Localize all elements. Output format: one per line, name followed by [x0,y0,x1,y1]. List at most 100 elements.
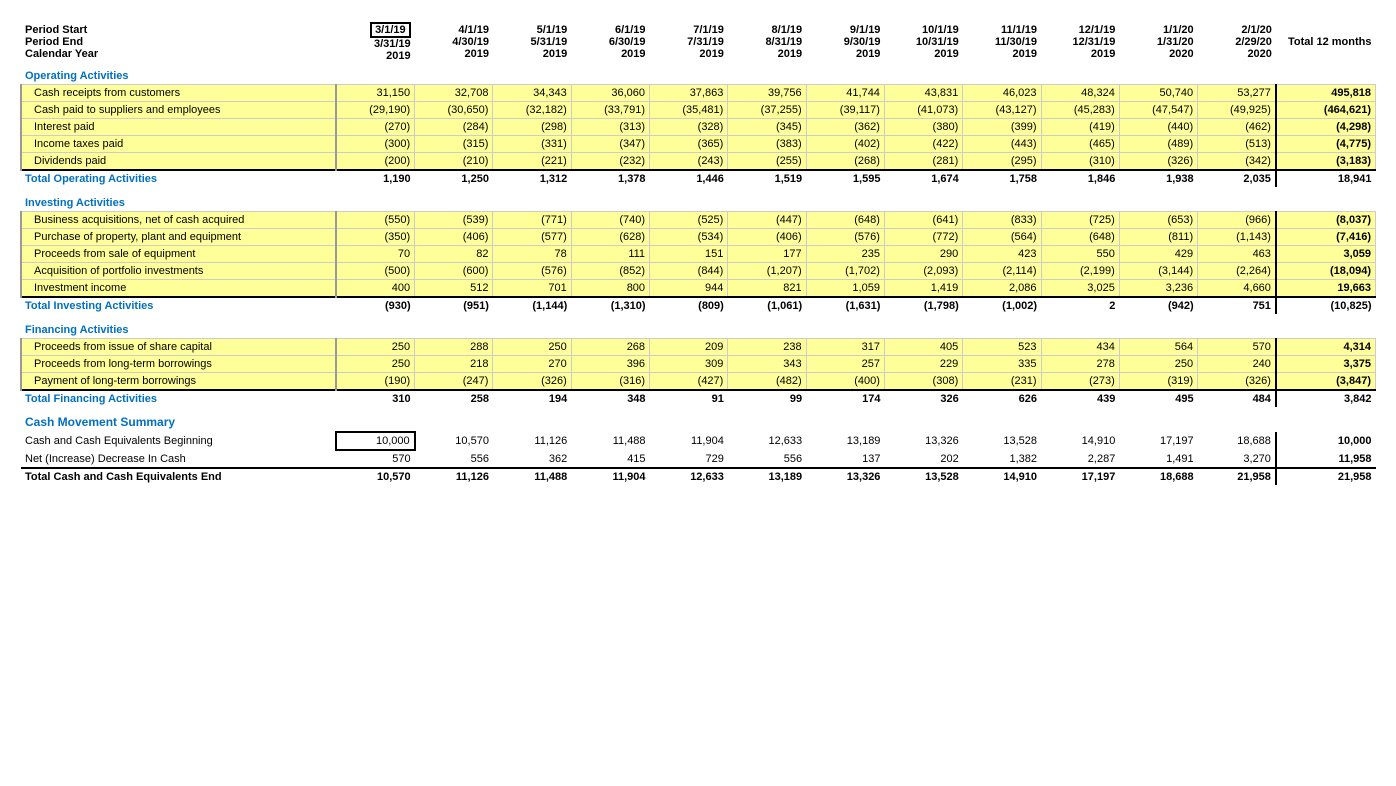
cell-col-9: (2,199) [1041,263,1119,280]
cell-col-5: (406) [728,229,806,246]
cell-col-2: (298) [493,119,571,136]
summary-cell-0-0: 10,000 [336,432,414,450]
cell-col-4: (328) [650,119,728,136]
header-col-11: 2/1/202/29/202020 [1198,20,1276,64]
total-cell-7: (1,798) [884,297,962,314]
total-cell-5: 99 [728,390,806,407]
cell-col-8: (443) [963,136,1041,153]
cell-col-6: 257 [806,356,884,373]
cell-col-0: (190) [336,373,414,391]
summary-row-total: 11,958 [1276,450,1376,468]
summary-total-cell-7: 13,528 [884,468,962,485]
section-header-row: Financing Activities [21,318,1376,339]
cell-col-9: 278 [1041,356,1119,373]
cell-col-5: 177 [728,246,806,263]
cell-col-9: (45,283) [1041,102,1119,119]
summary-cell-1-9: 2,287 [1041,450,1119,468]
cell-col-11: (966) [1198,212,1276,229]
header-labels: Period Start Period End Calendar Year [21,20,336,64]
total-cell-2: (1,144) [493,297,571,314]
summary-cell-0-11: 18,688 [1198,432,1276,450]
cell-col-0: (300) [336,136,414,153]
summary-cell-0-7: 13,326 [884,432,962,450]
cell-col-5: 821 [728,280,806,298]
cell-col-3: (313) [571,119,649,136]
cell-col-4: 944 [650,280,728,298]
cell-col-0: 400 [336,280,414,298]
cell-col-1: 32,708 [415,85,493,102]
cell-col-10: 50,740 [1119,85,1197,102]
total-cell-10: 495 [1119,390,1197,407]
summary-section-header: Cash Movement Summary [21,411,1376,432]
summary-total-cell-5: 13,189 [728,468,806,485]
cell-col-4: (525) [650,212,728,229]
cell-col-3: (628) [571,229,649,246]
cell-col-11: (326) [1198,373,1276,391]
cell-col-2: (576) [493,263,571,280]
cell-col-11: (513) [1198,136,1276,153]
summary-row-label: Net (Increase) Decrease In Cash [21,450,336,468]
cell-col-0: (350) [336,229,414,246]
cell-col-1: (247) [415,373,493,391]
cell-col-3: (232) [571,153,649,171]
total-cell-7: 1,674 [884,170,962,187]
cell-col-2: 34,343 [493,85,571,102]
cell-col-0: (200) [336,153,414,171]
cell-col-9: 550 [1041,246,1119,263]
cell-col-9: (419) [1041,119,1119,136]
summary-row-total: 10,000 [1276,432,1376,450]
summary-cell-1-5: 556 [728,450,806,468]
cell-col-7: (422) [884,136,962,153]
total-cell-4: (809) [650,297,728,314]
cell-col-3: (347) [571,136,649,153]
total-cell-6: 174 [806,390,884,407]
row-label: Investment income [21,280,336,298]
cell-col-9: 48,324 [1041,85,1119,102]
table-row: Proceeds from issue of share capital 250 2… [21,339,1376,356]
total-cell-7: 326 [884,390,962,407]
total-cell-0: (930) [336,297,414,314]
cell-col-11: 570 [1198,339,1276,356]
row-label: Business acquisitions, net of cash acqui… [21,212,336,229]
total-label: Total Financing Activities [21,390,336,407]
cell-col-2: 250 [493,339,571,356]
cell-col-10: (811) [1119,229,1197,246]
total-cell-9: 439 [1041,390,1119,407]
cell-col-5: 238 [728,339,806,356]
row-total: (464,621) [1276,102,1376,119]
total-cell-11: 484 [1198,390,1276,407]
cell-col-3: 36,060 [571,85,649,102]
row-total: 3,375 [1276,356,1376,373]
summary-total-cell-9: 17,197 [1041,468,1119,485]
total-cell-5: (1,061) [728,297,806,314]
row-total: 19,663 [1276,280,1376,298]
cell-col-3: 396 [571,356,649,373]
cell-col-0: (550) [336,212,414,229]
cell-col-10: 3,236 [1119,280,1197,298]
row-label: Proceeds from long-term borrowings [21,356,336,373]
cell-col-0: (270) [336,119,414,136]
cell-col-2: 78 [493,246,571,263]
row-total: (4,775) [1276,136,1376,153]
cell-col-6: (648) [806,212,884,229]
cell-col-10: (326) [1119,153,1197,171]
cell-col-5: (482) [728,373,806,391]
row-label: Dividends paid [21,153,336,171]
row-label: Cash paid to suppliers and employees [21,102,336,119]
cell-col-6: 1,059 [806,280,884,298]
total-cell-2: 1,312 [493,170,571,187]
cell-col-2: (577) [493,229,571,246]
grand-total: 18,941 [1276,170,1376,187]
cell-col-0: 250 [336,356,414,373]
cell-col-1: 82 [415,246,493,263]
total-label: Total Investing Activities [21,297,336,314]
cell-col-11: 53,277 [1198,85,1276,102]
cell-col-4: (844) [650,263,728,280]
row-label: Proceeds from issue of share capital [21,339,336,356]
cell-col-10: (319) [1119,373,1197,391]
row-label: Proceeds from sale of equipment [21,246,336,263]
cell-col-1: (30,650) [415,102,493,119]
cell-col-3: (33,791) [571,102,649,119]
total-cell-0: 310 [336,390,414,407]
cell-col-3: 111 [571,246,649,263]
